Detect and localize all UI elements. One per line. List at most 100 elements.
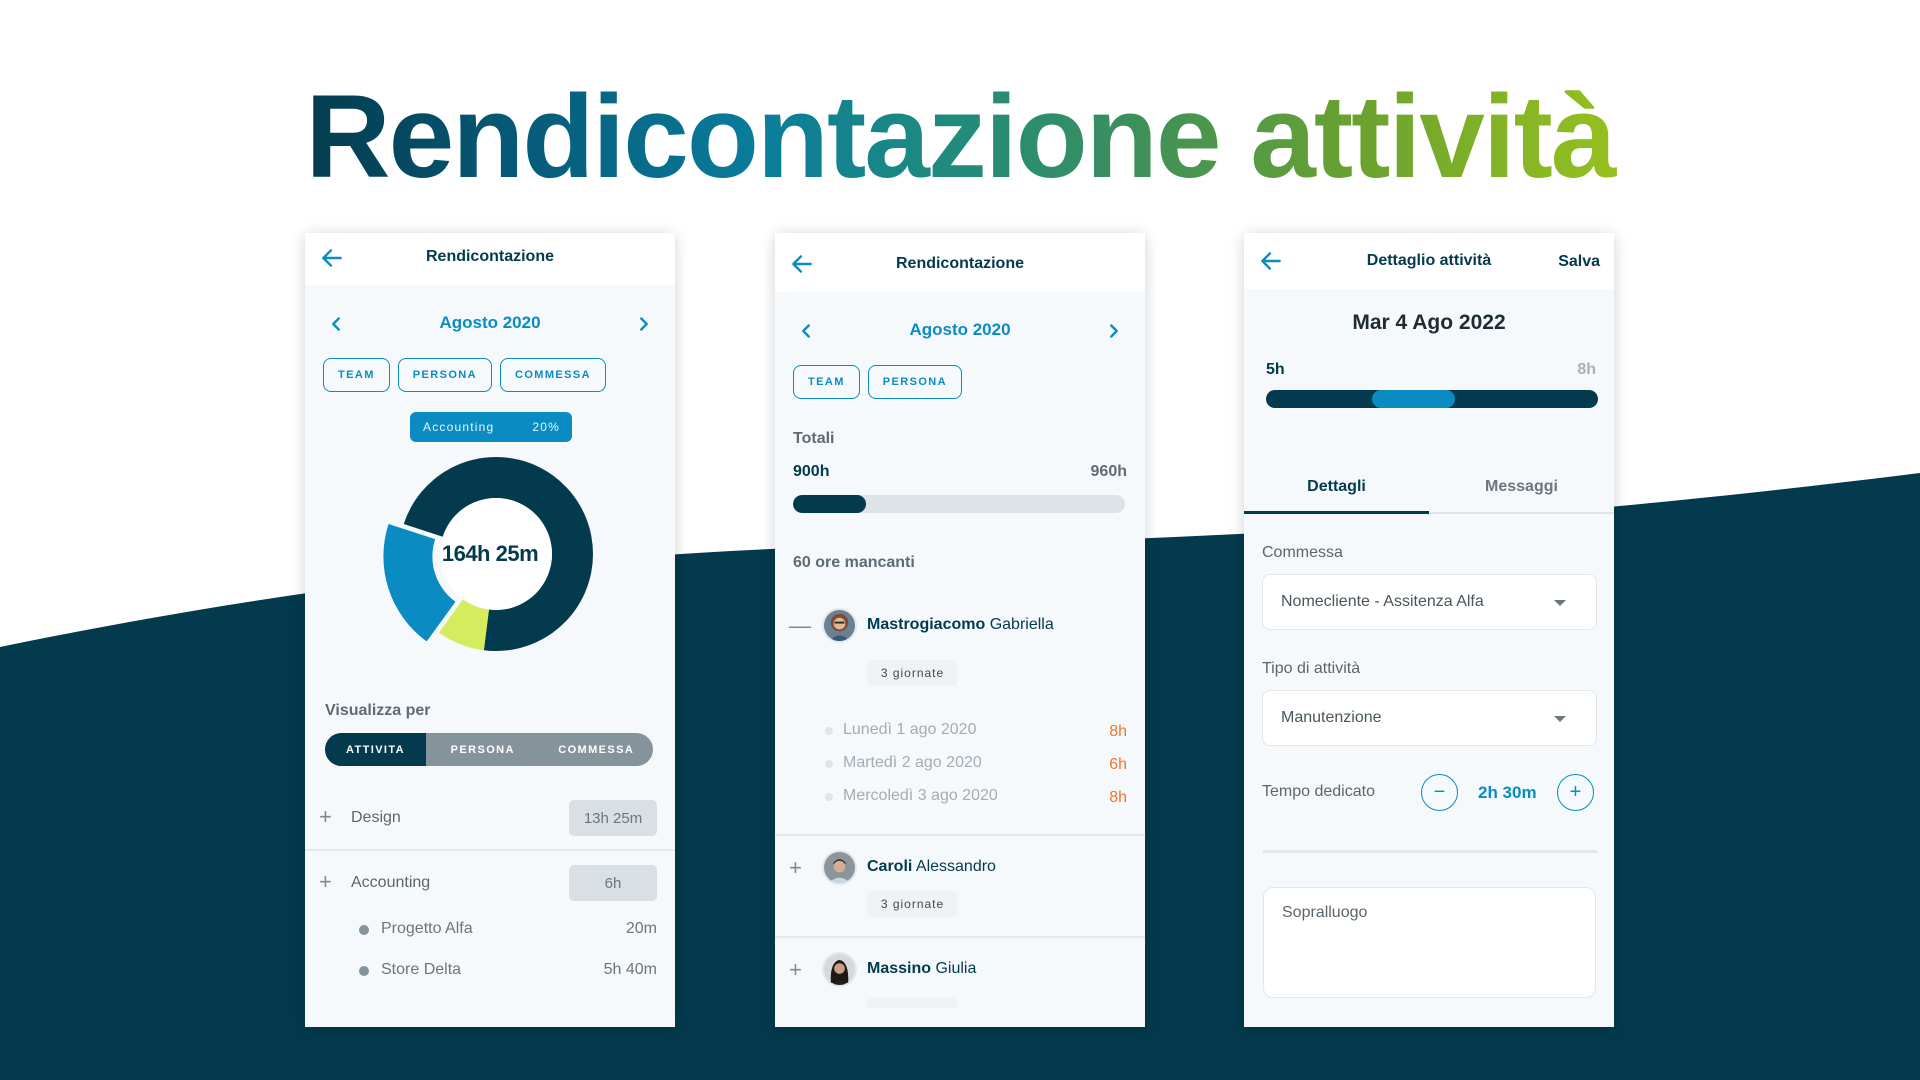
activity-row-accounting[interactable]: + Accounting 6h [305, 865, 675, 903]
chip-commessa[interactable]: COMMESSA [499, 358, 606, 392]
screen-activity-detail: Dettaglio attività Salva Mar 4 Ago 2022 … [1244, 233, 1614, 1027]
app-header: Dettaglio attività Salva [1244, 233, 1614, 289]
chip-persona[interactable]: PERSONA [397, 358, 492, 392]
tab-dettagli[interactable]: Dettagli [1244, 470, 1429, 514]
bullet-icon [359, 925, 369, 935]
app-header: Rendicontazione [775, 233, 1145, 292]
save-button[interactable]: Salva [1558, 253, 1600, 271]
segment-persona[interactable]: PERSONA [426, 733, 540, 766]
totals-progress-bar [793, 495, 1125, 513]
person-name: Caroli Alessandro [867, 858, 996, 875]
expand-plus-icon[interactable]: + [319, 806, 332, 828]
person-name: Massino Giulia [867, 960, 977, 977]
header-title: Rendicontazione [425, 248, 554, 265]
chip-persona[interactable]: PERSONA [867, 365, 962, 399]
collapse-minus-icon[interactable]: — [789, 613, 811, 639]
tempo-label: Tempo dedicato [1262, 783, 1375, 800]
avatar[interactable] [822, 952, 857, 987]
commessa-select[interactable]: Nomecliente - Assitenza Alfa [1262, 574, 1597, 630]
commessa-value: Nomecliente - Assitenza Alfa [1281, 593, 1484, 610]
plus-icon: + [1569, 781, 1582, 803]
avatar[interactable] [822, 608, 857, 643]
day-label: Mercoledì 3 ago 2020 [843, 787, 998, 804]
avatar[interactable] [822, 850, 857, 885]
view-by-segmented-control: ATTIVITA PERSONA COMMESSA [325, 733, 653, 766]
day-hours: 8h [1109, 789, 1127, 806]
app-header: Rendicontazione [305, 233, 675, 285]
month-label: Agosto 2020 [439, 313, 541, 332]
totals-done: 900h [793, 463, 830, 480]
dropdown-caret-icon [1554, 716, 1566, 722]
days-badge [867, 998, 958, 1008]
month-navigator: Agosto 2020 [305, 309, 675, 339]
minus-icon: − [1433, 781, 1446, 803]
range-selection-handle[interactable] [1372, 390, 1456, 408]
activity-name: Accounting [351, 874, 431, 891]
segment-attivita[interactable]: ATTIVITA [325, 733, 426, 766]
screen-report-by-activity: Rendicontazione Agosto 2020 TEAM PERSONA… [305, 233, 675, 1027]
segment-commessa[interactable]: COMMESSA [540, 733, 654, 766]
bullet-icon [825, 760, 833, 768]
sub-activity-name: Store Delta [381, 961, 462, 978]
tempo-value: 2h 30m [1478, 783, 1537, 802]
person-name: Mastrogiacomo Gabriella [867, 616, 1054, 633]
sub-activity-row: Store Delta 5h 40m [305, 959, 675, 983]
missing-hours: 60 ore mancanti [793, 554, 915, 571]
activity-name: Design [351, 809, 401, 826]
day-hours: 6h [1109, 756, 1127, 773]
chart-tooltip: Accounting 20% [410, 412, 572, 442]
day-row: Mercoledì 3 ago 2020 8h [775, 786, 1145, 808]
tipo-attivita-value: Manutenzione [1281, 709, 1382, 726]
totals-values: 900h 960h [793, 463, 1127, 483]
decrement-button[interactable]: − [1421, 774, 1458, 811]
tooltip-value: 20% [532, 420, 560, 434]
header-title: Rendicontazione [895, 255, 1024, 272]
donut-total: 164h 25m [441, 541, 539, 566]
sub-activity-name: Progetto Alfa [381, 920, 473, 937]
sub-activity-row: Progetto Alfa 20m [305, 918, 675, 942]
hero-title: Rendicontazione attività [0, 62, 1920, 212]
activity-row-design[interactable]: + Design 13h 25m [305, 800, 675, 838]
day-row: Lunedì 1 ago 2020 8h [775, 720, 1145, 742]
tab-messaggi[interactable]: Messaggi [1429, 470, 1614, 514]
increment-button[interactable]: + [1557, 774, 1594, 811]
divider [775, 936, 1145, 938]
detail-tabs: Dettagli Messaggi [1244, 470, 1614, 514]
filter-chips: TEAM PERSONA [793, 365, 962, 399]
screen-report-by-person: Rendicontazione Agosto 2020 TEAM PERSONA… [775, 233, 1145, 1027]
tipo-attivita-select[interactable]: Manutenzione [1262, 690, 1597, 746]
bullet-icon [825, 793, 833, 801]
expand-plus-icon[interactable]: + [789, 855, 802, 881]
activity-date: Mar 4 Ago 2022 [1352, 311, 1506, 334]
chip-team[interactable]: TEAM [323, 358, 390, 392]
activity-duration: 6h [569, 865, 657, 901]
filter-chips: TEAM PERSONA COMMESSA [323, 358, 606, 392]
person-row: + Caroli Alessandro [775, 850, 1145, 890]
range-min-label: 5h [1266, 361, 1285, 378]
bullet-icon [359, 966, 369, 976]
activity-duration: 13h 25m [569, 800, 657, 836]
month-navigator: Agosto 2020 [775, 316, 1145, 346]
sub-activity-duration: 5h 40m [603, 961, 657, 978]
chip-team[interactable]: TEAM [793, 365, 860, 399]
chevron-right-icon[interactable] [633, 313, 655, 335]
totals-label: Totali [793, 430, 835, 447]
month-label: Agosto 2020 [909, 320, 1011, 339]
expand-plus-icon[interactable]: + [789, 957, 802, 983]
sub-activity-duration: 20m [625, 920, 657, 937]
day-hours: 8h [1109, 723, 1127, 740]
range-labels: 5h 8h [1266, 361, 1596, 381]
range-max-label: 8h [1577, 361, 1596, 378]
time-range-slider[interactable] [1266, 390, 1598, 408]
days-badge: 3 giornate [867, 660, 958, 686]
visualizza-label: Visualizza per [325, 702, 431, 719]
divider [305, 849, 675, 851]
day-label: Martedì 2 ago 2020 [843, 754, 982, 771]
chevron-right-icon[interactable] [1103, 320, 1125, 342]
progress-fill [793, 495, 867, 513]
days-badge: 3 giornate [867, 891, 958, 917]
tooltip-label: Accounting [423, 420, 495, 434]
commessa-label: Commessa [1262, 544, 1343, 561]
notes-textarea[interactable]: Sopralluogo [1263, 887, 1596, 998]
expand-plus-icon[interactable]: + [319, 871, 332, 893]
